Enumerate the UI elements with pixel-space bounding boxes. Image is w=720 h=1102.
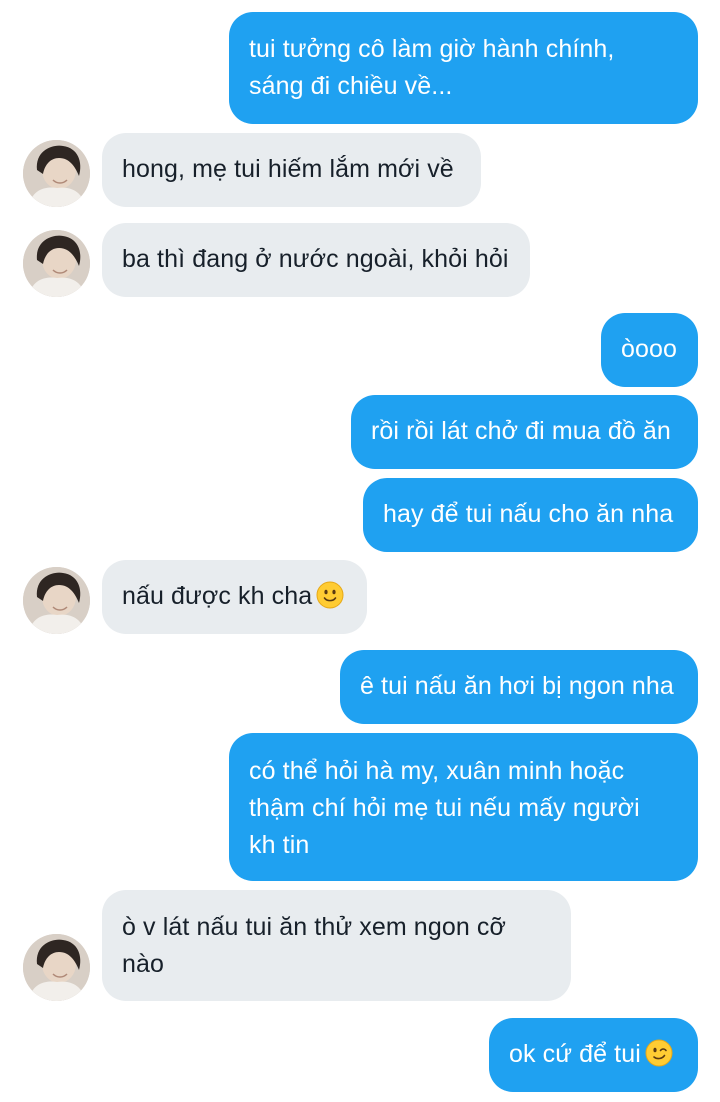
outgoing-message-bubble[interactable]: hay để tui nấu cho ăn nha bbox=[363, 478, 698, 552]
outgoing-message-bubble[interactable]: ok cứ để tui bbox=[489, 1018, 698, 1092]
message-text-line: hay để tui nấu cho ăn nha bbox=[383, 500, 674, 528]
outgoing-message-bubble[interactable]: tui tưởng cô làm giờ hành chính, sáng đi… bbox=[229, 12, 698, 124]
message-text-line: tui tưởng cô làm giờ hành chính, bbox=[249, 35, 615, 63]
message-text-line: hong, mẹ tui hiếm lắm mới về bbox=[122, 155, 454, 183]
avatar-photo-icon bbox=[23, 567, 90, 634]
avatar-photo-icon bbox=[23, 230, 90, 297]
message-text-line: ok cứ để tui bbox=[509, 1036, 678, 1073]
message-text-line: kh tin bbox=[249, 831, 310, 859]
outgoing-message-bubble[interactable]: ê tui nấu ăn hơi bị ngon nha bbox=[340, 650, 698, 724]
message-text-line: ba thì đang ở nước ngoài, khỏi hỏi bbox=[122, 245, 509, 273]
message-text: ok cứ để tui bbox=[509, 1040, 641, 1068]
incoming-message-bubble[interactable]: ò v lát nấu tui ăn thử xem ngon cỡ nào bbox=[102, 890, 571, 1001]
message-text-line: ò v lát nấu tui ăn thử xem ngon cỡ bbox=[122, 913, 506, 941]
message-text-line: sáng đi chiều về... bbox=[249, 72, 453, 100]
contact-avatar[interactable] bbox=[23, 934, 90, 1001]
message-text-line: rồi rồi lát chở đi mua đồ ăn bbox=[371, 417, 671, 445]
contact-avatar[interactable] bbox=[23, 567, 90, 634]
outgoing-message-bubble[interactable]: có thể hỏi hà my, xuân minh hoặc thậm ch… bbox=[229, 733, 698, 881]
incoming-message-bubble[interactable]: nấu được kh cha bbox=[102, 560, 367, 634]
outgoing-message-bubble[interactable]: òooo bbox=[601, 313, 698, 387]
avatar-photo-icon bbox=[23, 934, 90, 1001]
message-text-line: nấu được kh cha bbox=[122, 578, 347, 615]
message-text-line: nào bbox=[122, 950, 165, 978]
message-text-line: thậm chí hỏi mẹ tui nếu mấy người bbox=[249, 794, 640, 822]
outgoing-message-bubble[interactable]: rồi rồi lát chở đi mua đồ ăn bbox=[351, 395, 698, 469]
message-text: nấu được kh cha bbox=[122, 582, 313, 610]
contact-avatar[interactable] bbox=[23, 140, 90, 207]
message-text-line: òooo bbox=[621, 335, 678, 363]
contact-avatar[interactable] bbox=[23, 230, 90, 297]
avatar-photo-icon bbox=[23, 140, 90, 207]
winking-face-emoji-icon bbox=[645, 1039, 673, 1067]
incoming-message-bubble[interactable]: ba thì đang ở nước ngoài, khỏi hỏi bbox=[102, 223, 530, 297]
incoming-message-bubble[interactable]: hong, mẹ tui hiếm lắm mới về bbox=[102, 133, 481, 207]
message-text-line: ê tui nấu ăn hơi bị ngon nha bbox=[360, 672, 674, 700]
slightly-smiling-face-emoji-icon bbox=[316, 581, 344, 609]
chat-conversation: tui tưởng cô làm giờ hành chính, sáng đi… bbox=[0, 0, 720, 1102]
message-text-line: có thể hỏi hà my, xuân minh hoặc bbox=[249, 757, 625, 785]
